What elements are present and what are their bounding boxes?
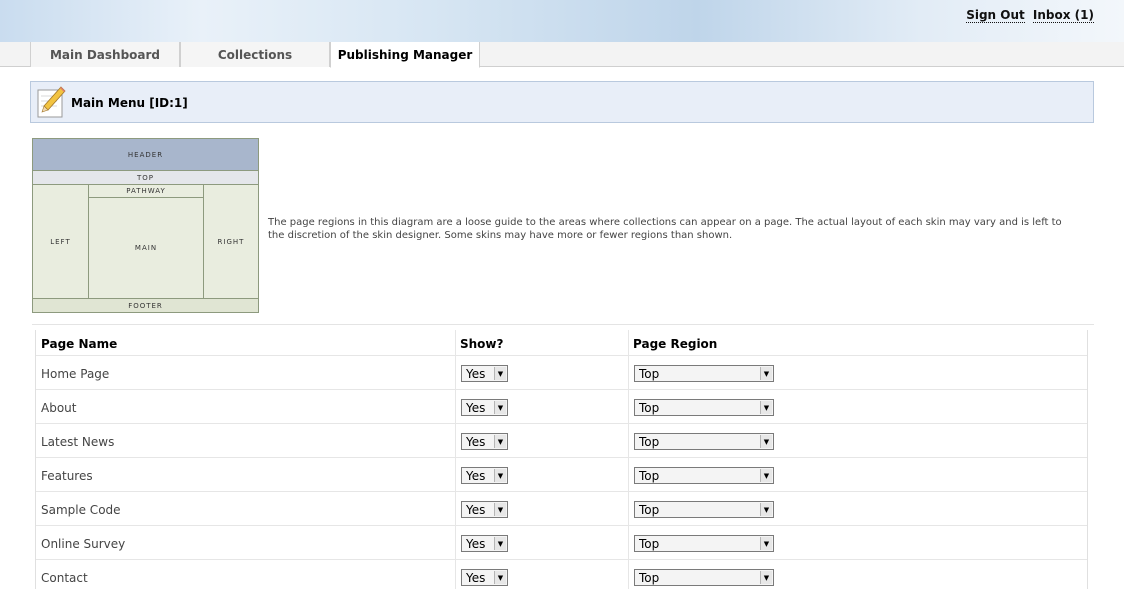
show-value: Yes	[466, 571, 486, 585]
region-value: Top	[639, 401, 660, 415]
page-region-select[interactable]: Top ▼	[634, 569, 774, 586]
page-region-select[interactable]: Top ▼	[634, 399, 774, 416]
diagram-region-left: LEFT	[33, 185, 89, 298]
region-value: Top	[639, 503, 660, 517]
show-select[interactable]: Yes ▼	[461, 467, 508, 484]
title-panel: Main Menu [ID:1]	[30, 81, 1094, 123]
show-select[interactable]: Yes ▼	[461, 365, 508, 382]
column-header-page-region: Page Region	[633, 337, 718, 351]
chevron-down-icon: ▼	[494, 571, 506, 584]
show-value: Yes	[466, 367, 486, 381]
page-regions-diagram: HEADER TOP LEFT PATHWAY MAIN RIGHT FOOTE…	[32, 138, 259, 313]
inbox-link[interactable]: Inbox (1)	[1032, 8, 1094, 23]
chevron-down-icon: ▼	[494, 503, 506, 516]
tab-publishing-manager[interactable]: Publishing Manager	[330, 42, 480, 68]
page-region-select[interactable]: Top ▼	[634, 535, 774, 552]
diagram-region-footer: FOOTER	[33, 298, 258, 312]
page-region-select[interactable]: Top ▼	[634, 433, 774, 450]
page-name: Latest News	[41, 435, 115, 449]
chevron-down-icon: ▼	[760, 503, 772, 516]
chevron-down-icon: ▼	[760, 367, 772, 380]
chevron-down-icon: ▼	[494, 469, 506, 482]
show-value: Yes	[466, 537, 486, 551]
column-header-show: Show?	[460, 337, 504, 351]
regions-description: The page regions in this diagram are a l…	[268, 217, 1062, 241]
diagram-region-right: RIGHT	[203, 185, 258, 298]
tab-main-dashboard[interactable]: Main Dashboard	[30, 42, 180, 67]
show-value: Yes	[466, 435, 486, 449]
diagram-region-top: TOP	[33, 171, 258, 185]
region-value: Top	[639, 537, 660, 551]
chevron-down-icon: ▼	[760, 571, 772, 584]
show-value: Yes	[466, 503, 486, 517]
chevron-down-icon: ▼	[760, 469, 772, 482]
divider	[32, 324, 1094, 325]
table-row: About Yes ▼ Top ▼	[36, 389, 1087, 423]
diagram-region-header: HEADER	[33, 139, 258, 171]
show-select[interactable]: Yes ▼	[461, 501, 508, 518]
user-links: Sign Out Inbox (1)	[962, 8, 1094, 23]
chevron-down-icon: ▼	[760, 435, 772, 448]
table-row: Online Survey Yes ▼ Top ▼	[36, 525, 1087, 559]
chevron-down-icon: ▼	[494, 367, 506, 380]
page-title: Main Menu [ID:1]	[71, 96, 188, 110]
page-name: Features	[41, 469, 93, 483]
page-name: Sample Code	[41, 503, 121, 517]
diagram-region-pathway: PATHWAY	[89, 185, 203, 198]
table-row: Features Yes ▼ Top ▼	[36, 457, 1087, 491]
region-value: Top	[639, 469, 660, 483]
chevron-down-icon: ▼	[760, 401, 772, 414]
table-row: Contact Yes ▼ Top ▼	[36, 559, 1087, 589]
table-row: Sample Code Yes ▼ Top ▼	[36, 491, 1087, 525]
show-value: Yes	[466, 401, 486, 415]
page-region-select[interactable]: Top ▼	[634, 501, 774, 518]
page-name: Contact	[41, 571, 88, 585]
show-select[interactable]: Yes ▼	[461, 433, 508, 450]
show-value: Yes	[466, 469, 486, 483]
page-name: Home Page	[41, 367, 110, 381]
region-value: Top	[639, 571, 660, 585]
region-value: Top	[639, 367, 660, 381]
top-banner: Sign Out Inbox (1)	[0, 0, 1124, 42]
chevron-down-icon: ▼	[494, 401, 506, 414]
show-select[interactable]: Yes ▼	[461, 399, 508, 416]
pencil-icon	[37, 86, 66, 118]
tab-bar: Main Dashboard Collections Publishing Ma…	[0, 42, 1124, 68]
page-region-select[interactable]: Top ▼	[634, 365, 774, 382]
region-value: Top	[639, 435, 660, 449]
page-name: About	[41, 401, 77, 415]
show-select[interactable]: Yes ▼	[461, 535, 508, 552]
table-row: Home Page Yes ▼ Top ▼	[36, 355, 1087, 389]
table-row: Latest News Yes ▼ Top ▼	[36, 423, 1087, 457]
chevron-down-icon: ▼	[494, 537, 506, 550]
chevron-down-icon: ▼	[760, 537, 772, 550]
page-settings-table: Page Name Show? Page Region Home Page Ye…	[35, 330, 1088, 589]
diagram-region-main: MAIN	[134, 244, 158, 252]
tab-collections[interactable]: Collections	[180, 42, 330, 67]
sign-out-link[interactable]: Sign Out	[966, 8, 1025, 23]
column-header-page-name: Page Name	[41, 337, 118, 351]
chevron-down-icon: ▼	[494, 435, 506, 448]
page-region-select[interactable]: Top ▼	[634, 467, 774, 484]
page-name: Online Survey	[41, 537, 126, 551]
show-select[interactable]: Yes ▼	[461, 569, 508, 586]
